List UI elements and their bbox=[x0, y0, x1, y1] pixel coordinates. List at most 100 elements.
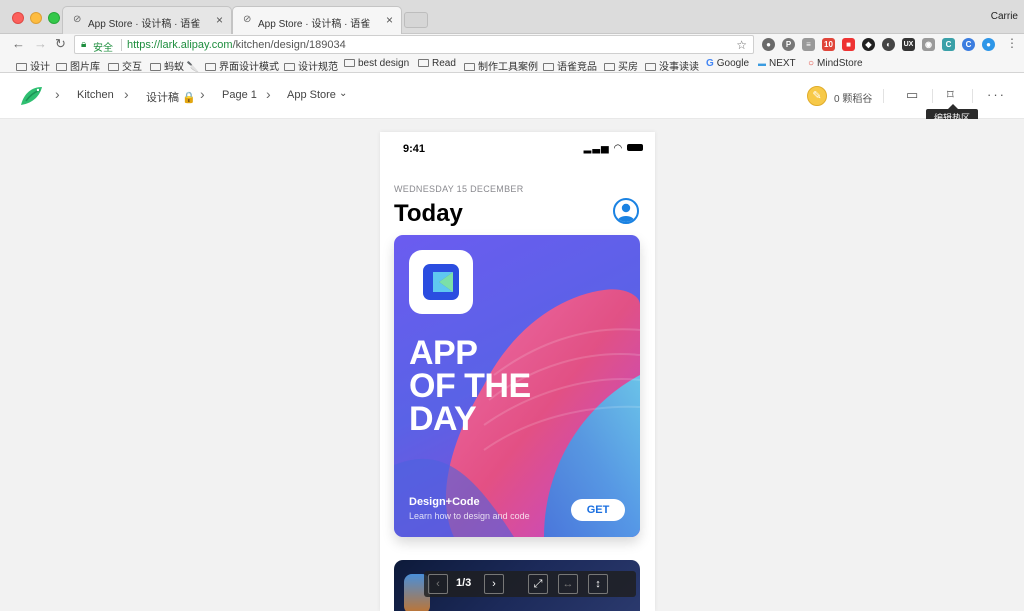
bookmark-label: best design bbox=[358, 58, 410, 69]
evernote-icon[interactable]: ● bbox=[762, 38, 775, 51]
maximize-window-button[interactable] bbox=[48, 12, 60, 24]
url-host: https://lark.alipay.com bbox=[127, 39, 233, 51]
card-app-title: Design+Code bbox=[409, 496, 480, 508]
browser-tab-1[interactable]: ⊘ App Store · 设计稿 · 语雀 × bbox=[62, 6, 232, 34]
back-arrow-icon[interactable]: ← bbox=[12, 36, 25, 51]
folder-icon bbox=[543, 63, 554, 71]
dark-extension-icon[interactable]: ◆ bbox=[862, 38, 875, 51]
app-of-the-day-card[interactable]: APP OF THE DAY Design+Code Learn how to … bbox=[394, 235, 640, 537]
doc-extension-icon[interactable]: ≡ bbox=[802, 38, 815, 51]
bookmark-item[interactable]: 蚂蚁 🔪 bbox=[150, 58, 199, 73]
chat-extension-icon[interactable]: ● bbox=[982, 38, 995, 51]
fit-width-icon[interactable]: ↔ bbox=[558, 574, 578, 594]
tab-label: App Store · 设计稿 · 语雀 bbox=[258, 19, 371, 30]
bookmark-item[interactable]: 设计 bbox=[16, 58, 50, 73]
bookmark-item[interactable]: G Google bbox=[706, 58, 749, 69]
ux-extension-icon[interactable]: UX bbox=[902, 38, 915, 51]
headline-line: OF THE bbox=[409, 367, 531, 405]
fit-screen-icon[interactable]: ⤢ bbox=[528, 574, 548, 594]
bookmark-item[interactable]: 没事读读 bbox=[645, 58, 699, 73]
reload-icon[interactable]: ↻ bbox=[55, 36, 66, 52]
c-extension-icon[interactable]: C bbox=[942, 38, 955, 51]
red-extension-icon[interactable]: ■ bbox=[842, 38, 855, 51]
folder-icon bbox=[16, 63, 27, 71]
chevron-right-icon: › bbox=[55, 86, 60, 102]
artboard-count: 1/3 bbox=[456, 577, 472, 589]
chevron-right-icon: › bbox=[266, 86, 271, 102]
bookmark-label: 设计 bbox=[30, 62, 50, 73]
profile-name[interactable]: Carrie bbox=[991, 11, 1018, 22]
tab-close-icon[interactable]: × bbox=[386, 13, 393, 27]
next-artboard-button[interactable]: › bbox=[484, 574, 504, 594]
bookmark-item[interactable]: 图片库 bbox=[56, 58, 100, 73]
forward-arrow-icon[interactable]: → bbox=[34, 36, 47, 51]
pinterest-icon[interactable]: P bbox=[782, 38, 795, 51]
hotspot-icon[interactable]: ⌑ bbox=[947, 87, 954, 103]
bookmark-label: NEXT bbox=[769, 58, 796, 69]
next-icon: ▬ bbox=[758, 59, 766, 68]
bookmark-label: 交互 bbox=[122, 62, 142, 73]
breadcrumb-page[interactable]: Page 1 bbox=[222, 89, 257, 101]
date-label: WEDNESDAY 15 DECEMBER bbox=[394, 184, 524, 194]
bookmark-label: 买房 bbox=[618, 62, 638, 73]
chevron-down-icon[interactable]: ⌄ bbox=[339, 88, 347, 99]
comment-icon[interactable]: ▭ bbox=[906, 87, 918, 103]
minimize-window-button[interactable] bbox=[30, 12, 42, 24]
fit-height-icon[interactable]: ↕ bbox=[588, 574, 608, 594]
breadcrumb-app-store[interactable]: App Store bbox=[287, 89, 336, 101]
tab-close-icon[interactable]: × bbox=[216, 13, 223, 27]
header-separator bbox=[932, 89, 933, 103]
bookmark-label: 蚂蚁 🔪 bbox=[164, 62, 200, 73]
bookmark-item[interactable]: 买房 bbox=[604, 58, 638, 73]
folder-icon bbox=[418, 59, 429, 67]
bookmark-item[interactable]: best design bbox=[344, 58, 409, 69]
folder-icon bbox=[464, 63, 475, 71]
avatar-icon[interactable] bbox=[613, 198, 639, 224]
phone-artboard[interactable]: 9:41 ▂▃▅ ◠ WEDNESDAY 15 DECEMBER Today A… bbox=[380, 132, 655, 611]
moon-extension-icon[interactable]: ◐ bbox=[882, 38, 895, 51]
blue-extension-icon[interactable]: C bbox=[962, 38, 975, 51]
google-icon: G bbox=[706, 58, 714, 69]
more-dots-icon[interactable]: ··· bbox=[987, 87, 1006, 102]
chevron-right-icon: › bbox=[124, 86, 129, 102]
browser-tab-2[interactable]: ⊘ App Store · 设计稿 · 语雀 × bbox=[232, 6, 402, 34]
breadcrumb-kitchen[interactable]: Kitchen bbox=[77, 89, 114, 101]
folder-icon bbox=[150, 63, 161, 71]
bookmark-item[interactable]: ○ MindStore bbox=[808, 58, 863, 69]
bookmark-item[interactable]: 界面设计模式 bbox=[205, 58, 279, 73]
mindstore-icon: ○ bbox=[808, 58, 815, 69]
wifi-icon: ◠ bbox=[613, 143, 624, 154]
tab-label: App Store · 设计稿 · 语雀 bbox=[88, 19, 201, 30]
bookmark-star-icon[interactable]: ☆ bbox=[736, 38, 747, 52]
bookmark-item[interactable]: 制作工具案例 bbox=[464, 58, 538, 73]
calendar-extension-icon[interactable]: 10 bbox=[822, 38, 835, 51]
bookmark-item[interactable]: Read bbox=[418, 58, 456, 69]
prev-artboard-button[interactable]: ‹ bbox=[428, 574, 448, 594]
bookmark-item[interactable]: 设计规范 bbox=[284, 58, 338, 73]
artboard-pager: ‹ 1/3 › ⤢ ↔ ↕ bbox=[424, 571, 636, 597]
bookmark-item[interactable]: 交互 bbox=[108, 58, 142, 73]
bookmark-label: 图片库 bbox=[70, 62, 100, 73]
breadcrumb-design[interactable]: 设计稿 🔒 bbox=[146, 89, 196, 105]
camera-extension-icon[interactable]: ◉ bbox=[922, 38, 935, 51]
bookmark-label: 语雀竞品 bbox=[557, 62, 597, 73]
bookmark-item[interactable]: 语雀竞品 bbox=[543, 58, 597, 73]
url-input[interactable]: 🔒︎ 安全 https://lark.alipay.com/kitchen/de… bbox=[74, 35, 754, 54]
url-path: /kitchen/design/189034 bbox=[232, 39, 346, 51]
menu-dots-icon[interactable]: ⋮ bbox=[1006, 36, 1018, 50]
yuque-logo-icon[interactable] bbox=[18, 83, 44, 109]
close-window-button[interactable] bbox=[12, 12, 24, 24]
chevron-right-icon: › bbox=[200, 86, 205, 102]
user-icon bbox=[617, 203, 635, 222]
page-title: Today bbox=[394, 200, 463, 227]
design-code-logo-icon bbox=[423, 264, 459, 300]
bookmark-label: Google bbox=[716, 58, 750, 69]
headline-line: APP bbox=[409, 334, 478, 372]
bookmarks-bar: 设计 图片库 交互 蚂蚁 🔪 界面设计模式 设计规范 best design R… bbox=[0, 56, 1024, 73]
get-button[interactable]: GET bbox=[571, 499, 625, 521]
folder-icon bbox=[284, 63, 295, 71]
bookmark-item[interactable]: ▬ NEXT bbox=[758, 58, 796, 69]
new-tab-button[interactable] bbox=[404, 12, 428, 28]
folder-icon bbox=[56, 63, 67, 71]
status-time: 9:41 bbox=[403, 143, 426, 155]
